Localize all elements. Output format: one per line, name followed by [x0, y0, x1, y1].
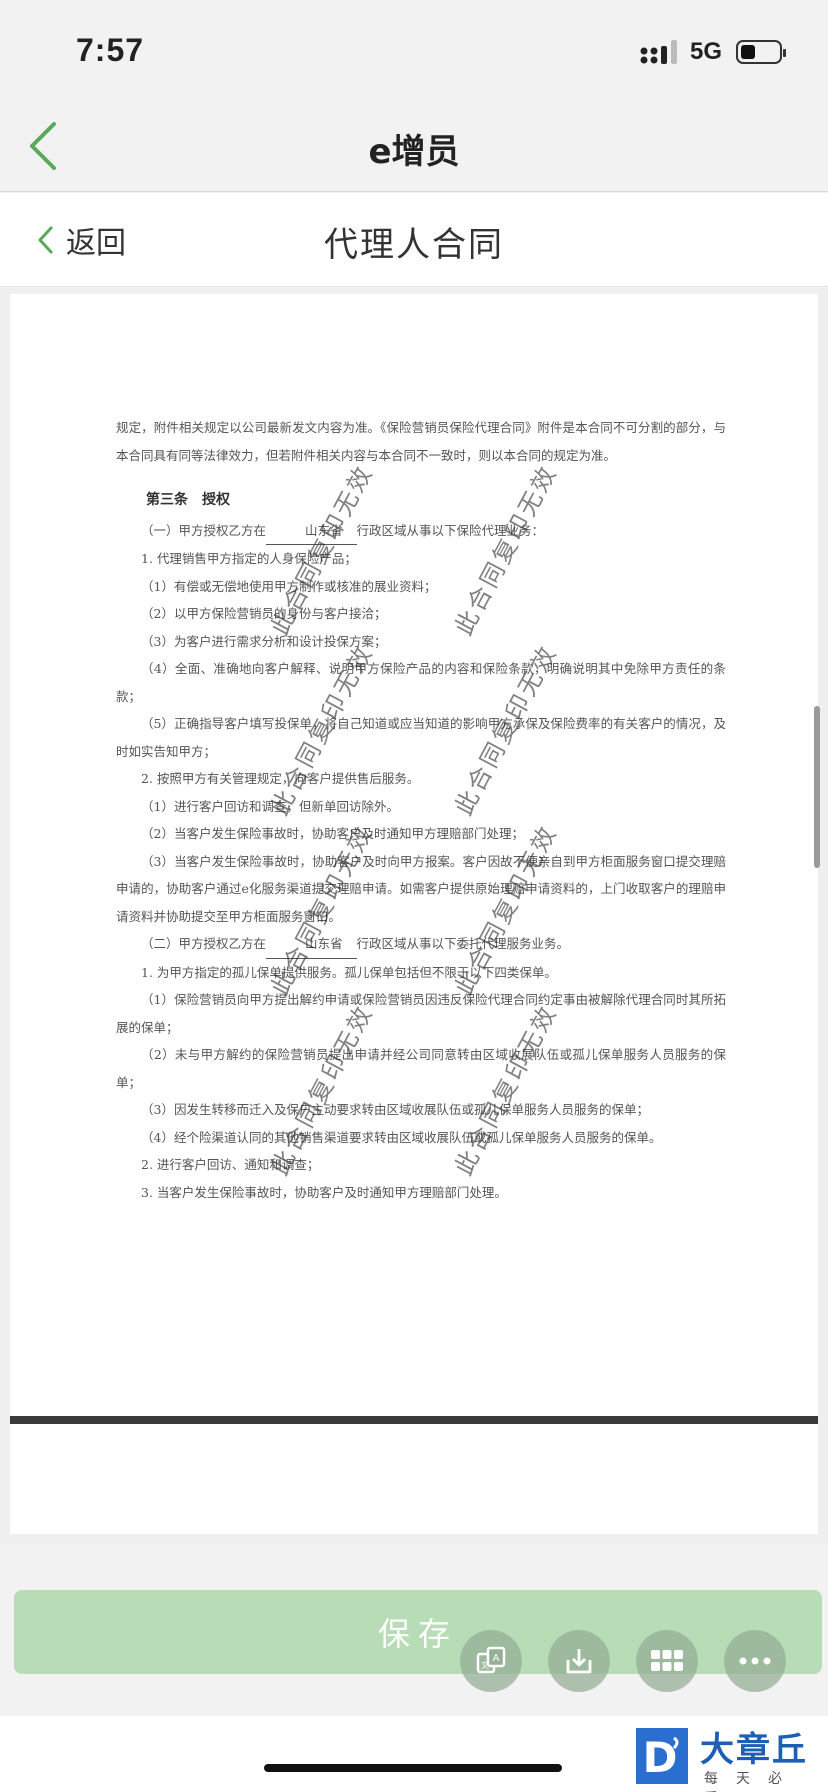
home-indicator[interactable]: [264, 1764, 562, 1772]
page-title: 代理人合同: [324, 225, 504, 265]
document-page: 规定，附件相关规定以公司最新发文内容为准。《保险营销员保险代理合同》附件是本合同…: [10, 294, 818, 1534]
svg-text:D: D: [643, 1733, 678, 1782]
clause-paragraph: 2. 进行客户回访、通知和调查；: [141, 1157, 320, 1172]
clause-paragraph: （3）为客户进行需求分析和设计投保方案；: [141, 633, 387, 649]
clause-paragraph: 1. 为甲方指定的孤儿保单提供服务。孤儿保单包括但不限于以下四类保单。: [141, 964, 557, 980]
clause-paragraph: （一）甲方授权乙方在 山东省 行政区域从事以下保险代理业务：: [116, 517, 726, 545]
save-button[interactable]: 保存: [14, 1590, 822, 1674]
status-time: 7:57: [76, 32, 145, 68]
battery-icon: [736, 40, 786, 64]
clause-paragraph: （1）有偿或无偿地使用甲方制作或核准的展业资料；: [141, 578, 437, 594]
clause-paragraph: （1）进行客户回访和调查，但新单回访除外。: [141, 798, 399, 814]
svg-text:文: 文: [481, 1660, 489, 1670]
download-icon: [566, 1649, 592, 1674]
grid-menu-button[interactable]: [636, 1630, 698, 1692]
intro-paragraph: 规定，附件相关规定以公司最新发文内容为准。《保险营销员保险代理合同》附件是本合同…: [116, 420, 726, 463]
save-bar: 保存: [0, 1556, 828, 1716]
nav-title: e增员: [368, 132, 460, 172]
sub-nav-bar: 返回 代理人合同: [0, 193, 828, 287]
clause-paragraph: （4）全面、准确地向客户解释、说明甲方保险产品的内容和保险条款，明确说明其中免除…: [116, 661, 726, 704]
clause-paragraph: 3. 当客户发生保险事故时，协助客户及时通知甲方理赔部门处理。: [141, 1184, 507, 1200]
brand-slogan: 每天必看: [704, 1771, 800, 1792]
article-heading: 第三条 授权: [146, 492, 230, 508]
clause-paragraph: （5）正确指导客户填写投保单，将自己知道或应当知道的影响甲方承保及保险费率的有关…: [116, 716, 726, 759]
network-type: 5G: [690, 38, 723, 65]
clause-paragraph: （2）未与甲方解约的保险营销员提出申请并经公司同意转由区域收展队伍或孤儿保单服务…: [116, 1047, 726, 1090]
nav-bar: e增员: [0, 100, 828, 192]
clause-paragraph: （1）保险营销员向甲方提出解约申请或保险营销员因违反保险代理合同约定事由被解除代…: [116, 992, 726, 1035]
contract-text: 规定，附件相关规定以公司最新发文内容为准。《保险营销员保险代理合同》附件是本合同…: [116, 414, 726, 1206]
brand-name: 大章丘: [700, 1730, 808, 1770]
status-bar: 7:57 5G: [0, 0, 828, 100]
signal-icon: [640, 40, 677, 64]
brand-watermark: D 大章丘 每天必看: [628, 1722, 828, 1792]
more-icon: [739, 1657, 771, 1665]
grid-icon: [651, 1650, 683, 1671]
clause-paragraph: （3）当客户发生保险事故时，协助客户及时向甲方报案。客户因故不便亲自到甲方柜面服…: [116, 853, 726, 924]
clause-paragraph: （2）当客户发生保险事故时，协助客户及时通知甲方理赔部门处理；: [141, 826, 524, 841]
clause-paragraph: （4）经个险渠道认同的其他销售渠道要求转由区域收展队伍或孤儿保单服务人员服务的保…: [141, 1129, 662, 1145]
more-button[interactable]: [724, 1630, 786, 1692]
clause-paragraph: （2）以甲方保险营销员的身份与客户接洽；: [141, 606, 387, 621]
download-button[interactable]: [548, 1630, 610, 1692]
translate-icon: A 文: [476, 1646, 506, 1674]
clause-paragraph: （3）因发生转移而迁入及保户主动要求转由区域收展队伍或孤儿保单服务人员服务的保单…: [141, 1102, 649, 1117]
scrollbar[interactable]: [814, 706, 820, 868]
svg-text:A: A: [493, 1653, 500, 1664]
clause-paragraph: 1. 代理销售甲方指定的人身保险产品；: [141, 551, 357, 566]
translate-button[interactable]: A 文: [460, 1630, 522, 1692]
clause-paragraph: 2. 按照甲方有关管理规定，向客户提供售后服务。: [141, 771, 420, 786]
page-divider: [10, 1416, 818, 1424]
document-viewer[interactable]: 规定，附件相关规定以公司最新发文内容为准。《保险营销员保险代理合同》附件是本合同…: [0, 288, 828, 1544]
brand-logo-icon: D: [636, 1728, 688, 1784]
clause-paragraph: （二）甲方授权乙方在 山东省 行政区域从事以下委托代理服务业务。: [116, 930, 726, 959]
